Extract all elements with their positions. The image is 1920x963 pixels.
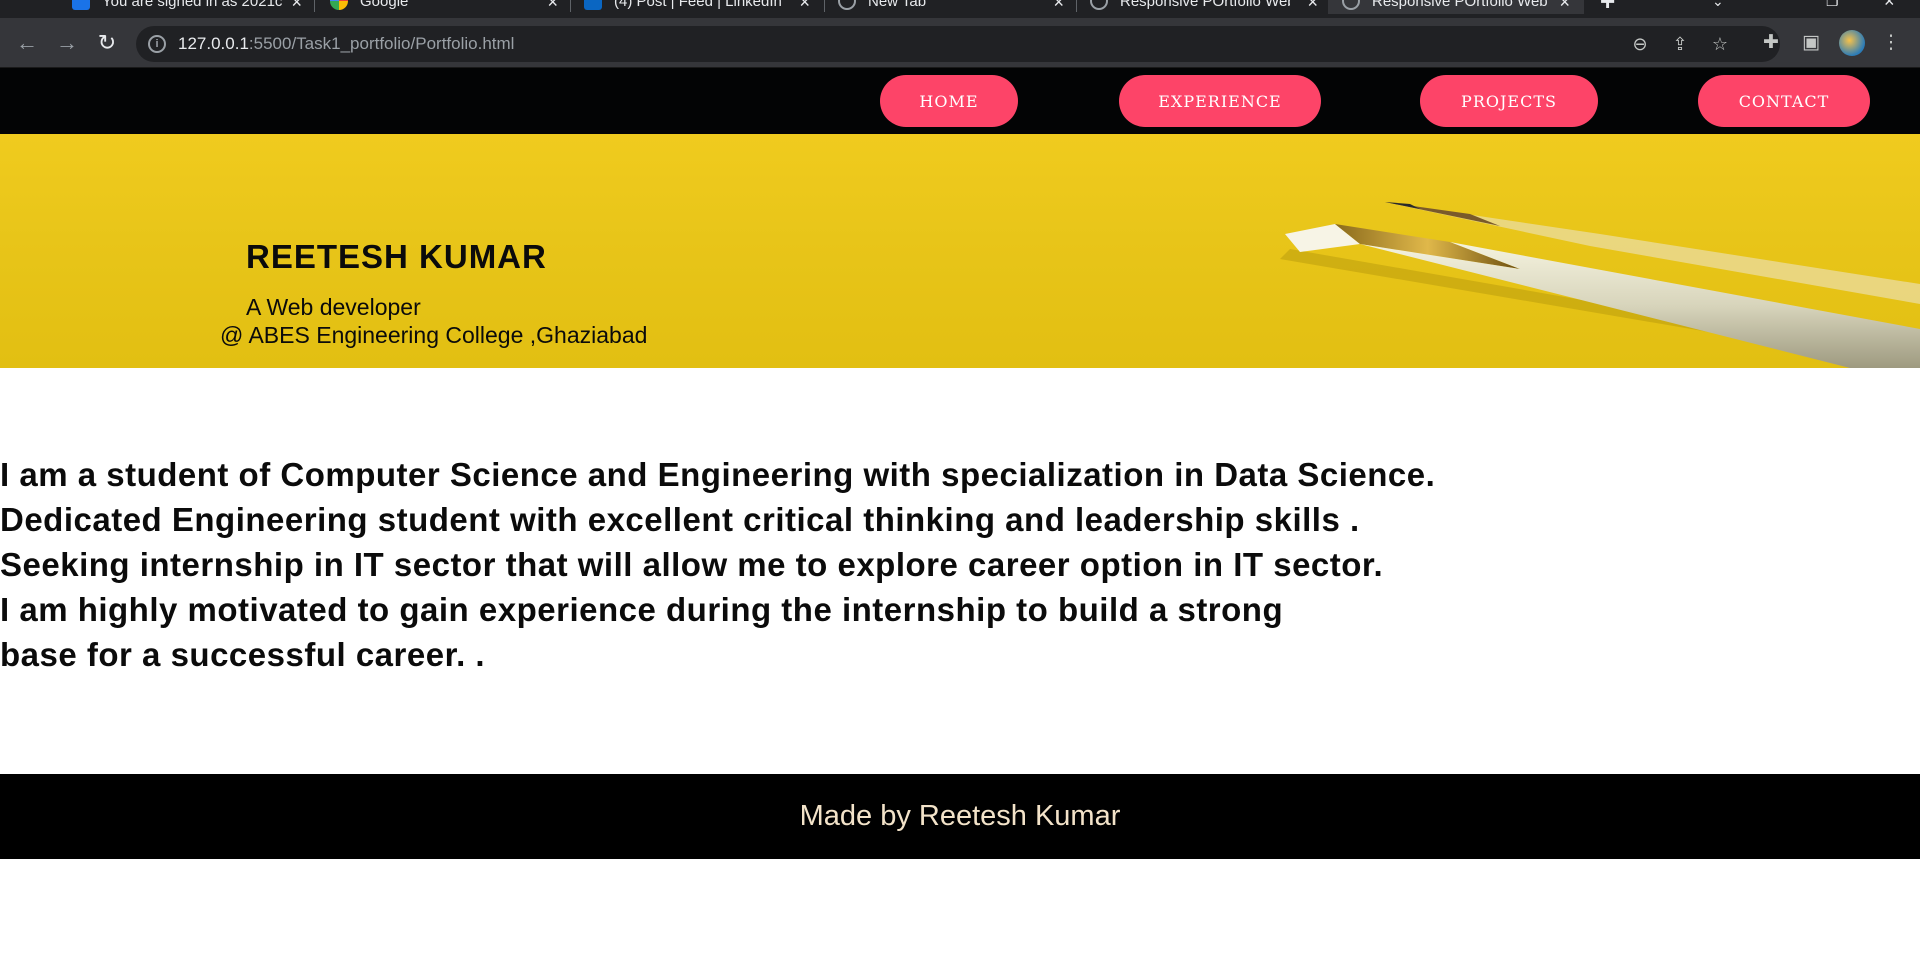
browser-tabstrip: You are signed in as 2021c × Google × (4…: [0, 0, 1920, 18]
puzzle-icon[interactable]: ✚: [1758, 30, 1784, 56]
site-info-icon[interactable]: i: [148, 35, 166, 53]
zoom-out-icon[interactable]: ⊖: [1628, 32, 1652, 56]
tab-title: New Tab: [868, 0, 927, 10]
tab-separator: [1076, 0, 1077, 12]
url-host: 127.0.0.1: [178, 34, 249, 53]
tab-title: Responsive POrtfolio Web: [1120, 0, 1290, 10]
tab-title: You are signed in as 2021c: [102, 0, 283, 10]
tab-title: Google: [360, 0, 409, 10]
tab-portfolio-active[interactable]: Responsive POrtfolio Web ×: [1328, 0, 1584, 14]
about-line: base for a successful career. .: [0, 636, 486, 673]
tab-separator: [570, 0, 571, 12]
forward-arrow-icon[interactable]: →: [54, 30, 80, 56]
tab-google[interactable]: Google ×: [330, 0, 558, 14]
close-window-icon[interactable]: ×: [1884, 0, 1904, 14]
site-navbar: HOME EXPERIENCE PROJECTS CONTACT: [0, 68, 1920, 134]
footer-credit: Made by Reetesh Kumar: [799, 800, 1121, 832]
about-section: I am a student of Computer Science and E…: [0, 452, 1920, 677]
globe-icon: [838, 0, 856, 10]
close-tab-icon[interactable]: ×: [291, 0, 302, 13]
close-tab-icon[interactable]: ×: [1307, 0, 1318, 13]
about-line: I am a student of Computer Science and E…: [0, 456, 1436, 493]
kebab-menu-icon[interactable]: ⋮: [1878, 30, 1904, 56]
tab-linkedin[interactable]: (4) Post | Feed | LinkedIn ×: [584, 0, 810, 14]
tab-portfolio-1[interactable]: Responsive POrtfolio Web ×: [1090, 0, 1318, 14]
address-bar[interactable]: i 127.0.0.1:5500/Task1_portfolio/Portfol…: [136, 26, 1780, 62]
nav-projects-button[interactable]: PROJECTS: [1420, 75, 1598, 127]
about-line: Seeking internship in IT sector that wil…: [0, 546, 1384, 583]
nav-contact-button[interactable]: CONTACT: [1698, 75, 1870, 127]
avatar[interactable]: [1839, 30, 1865, 56]
favicon-icon: [72, 0, 90, 10]
close-tab-icon[interactable]: ×: [547, 0, 558, 13]
linkedin-favicon-icon: [584, 0, 602, 10]
tab-title: (4) Post | Feed | LinkedIn: [614, 0, 782, 10]
hero-college: @ ABES Engineering College ,Ghaziabad: [220, 322, 648, 348]
browser-toolbar: ← → ↻ i 127.0.0.1:5500/Task1_portfolio/P…: [0, 18, 1920, 68]
url-text[interactable]: 127.0.0.1:5500/Task1_portfolio/Portfolio…: [178, 34, 514, 54]
tab-separator: [824, 0, 825, 12]
close-tab-icon[interactable]: ×: [1053, 0, 1064, 13]
google-favicon-icon: [330, 0, 348, 10]
tab-search-icon[interactable]: ⌄: [1712, 0, 1732, 14]
side-panel-icon[interactable]: ▣: [1798, 30, 1824, 56]
hero-banner: REETESH KUMAR A Web developer @ ABES Eng…: [0, 134, 1920, 368]
restore-window-icon[interactable]: ❐: [1826, 0, 1846, 14]
tab-separator: [314, 0, 315, 12]
tab-signed-in[interactable]: You are signed in as 2021c ×: [72, 0, 302, 14]
nav-home-button[interactable]: HOME: [880, 75, 1018, 127]
back-arrow-icon[interactable]: ←: [14, 30, 40, 56]
new-tab-button[interactable]: +: [1600, 0, 1624, 16]
star-icon[interactable]: ☆: [1708, 32, 1732, 56]
reload-icon[interactable]: ↻: [94, 30, 120, 56]
about-line: Dedicated Engineering student with excel…: [0, 501, 1360, 538]
close-tab-icon[interactable]: ×: [1559, 0, 1570, 13]
close-tab-icon[interactable]: ×: [799, 0, 810, 13]
globe-icon: [1342, 0, 1360, 10]
tab-title: Responsive POrtfolio Web: [1372, 0, 1548, 10]
tab-new-tab[interactable]: New Tab ×: [838, 0, 1064, 14]
nav-experience-button[interactable]: EXPERIENCE: [1119, 75, 1321, 127]
url-path: :5500/Task1_portfolio/Portfolio.html: [248, 34, 515, 53]
about-line: I am highly motivated to gain experience…: [0, 591, 1284, 628]
hero-role: A Web developer: [246, 294, 421, 320]
page-footer: Made by Reetesh Kumar: [0, 774, 1920, 859]
globe-icon: [1090, 0, 1108, 10]
hero-name: REETESH KUMAR: [246, 238, 547, 275]
share-icon[interactable]: ⇪: [1668, 32, 1692, 56]
